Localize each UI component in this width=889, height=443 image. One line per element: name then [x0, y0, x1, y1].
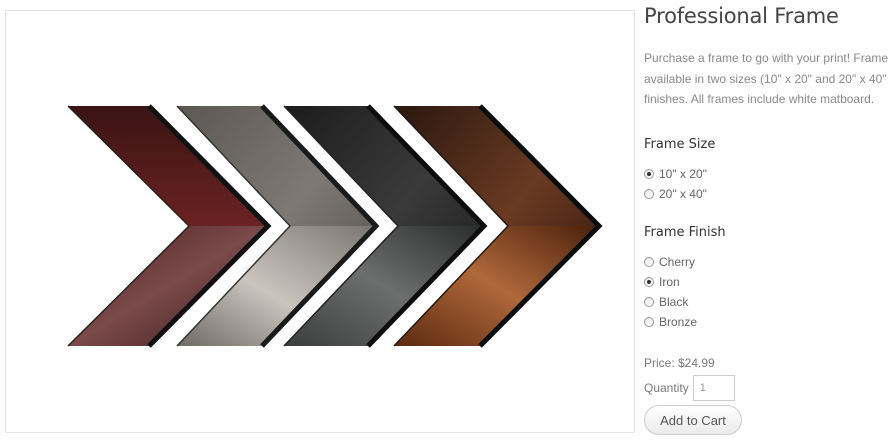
option-label: 10" x 20": [659, 167, 707, 181]
product-image: [5, 10, 635, 433]
frame-finish-label: Frame Finish: [644, 225, 726, 240]
price-text: Price: $24.99: [644, 356, 715, 370]
product-title: Professional Frame: [644, 4, 839, 28]
add-to-cart-button[interactable]: Add to Cart: [644, 405, 742, 435]
description-line: finishes. All frames include white matbo…: [644, 92, 875, 106]
description-line: Purchase a frame to go with your print! …: [644, 51, 889, 65]
option-label: Iron: [659, 275, 680, 289]
quantity-label: Quantity: [644, 380, 689, 395]
radio-button[interactable]: [644, 257, 654, 267]
option-label: Black: [659, 295, 689, 309]
product-description: Purchase a frame to go with your print! …: [644, 48, 889, 110]
frame-finish-option-bronze[interactable]: Bronze: [644, 313, 697, 331]
radio-button-selected[interactable]: [644, 277, 654, 287]
quantity-row: Quantity: [644, 374, 735, 401]
option-label: 20" x 40": [659, 187, 707, 201]
quantity-input[interactable]: [692, 374, 735, 401]
frame-finish-option-black[interactable]: Black: [644, 293, 688, 311]
frame-size-label: Frame Size: [644, 137, 716, 152]
radio-button[interactable]: [644, 297, 654, 307]
frame-size-option-10x20[interactable]: 10" x 20": [644, 165, 707, 183]
radio-button[interactable]: [644, 317, 654, 327]
option-label: Bronze: [659, 315, 698, 329]
radio-button-selected[interactable]: [644, 169, 654, 179]
frame-finish-option-cherry[interactable]: Cherry: [644, 253, 695, 271]
frame-finish-option-iron[interactable]: Iron: [644, 273, 680, 291]
radio-button[interactable]: [644, 189, 654, 199]
description-line: available in two sizes (10" x 20" and 20…: [644, 71, 887, 86]
option-label: Cherry: [659, 255, 696, 269]
frame-size-option-20x40[interactable]: 20" x 40": [644, 185, 707, 203]
product-details: Professional Frame Purchase a frame to g…: [644, 0, 889, 443]
frame-samples-illustration: [67, 104, 603, 348]
